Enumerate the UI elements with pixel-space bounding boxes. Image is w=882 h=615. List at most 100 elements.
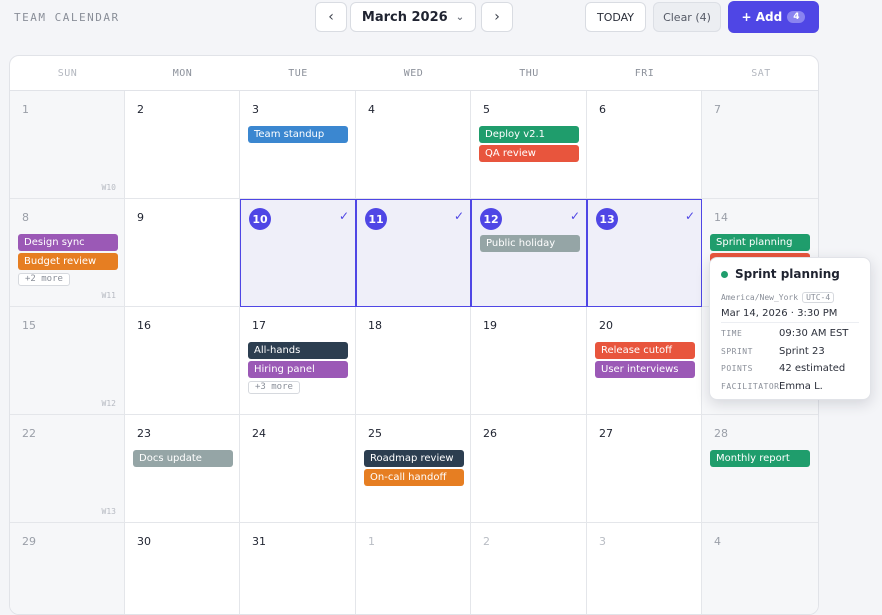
- day-cell[interactable]: 28 Monthly report: [702, 415, 818, 523]
- event-chip[interactable]: Sprint planning: [710, 234, 810, 251]
- day-cell[interactable]: ✓ 10: [240, 199, 356, 307]
- day-number: 23: [137, 427, 151, 440]
- day-number: 22: [22, 427, 36, 440]
- day-cell[interactable]: 23 Docs update: [125, 415, 240, 523]
- popover-detail-row: FACILITATOREmma L.: [721, 381, 823, 392]
- day-cell[interactable]: 6: [587, 91, 702, 199]
- check-icon: ✓: [684, 209, 695, 223]
- add-button[interactable]: + Add 4: [728, 1, 819, 33]
- next-month-button[interactable]: ›: [481, 2, 513, 32]
- day-number: 3: [252, 103, 259, 116]
- weekday-header: SUN: [10, 56, 125, 91]
- day-number: 24: [252, 427, 266, 440]
- popover-tz-offset: UTC-4: [802, 292, 835, 303]
- popover-divider: [721, 322, 859, 323]
- day-number: 29: [22, 535, 36, 548]
- day-number: 16: [137, 319, 151, 332]
- today-button[interactable]: TODAY: [585, 2, 646, 32]
- day-number: 31: [252, 535, 266, 548]
- popover-datetime: Mar 14, 2026 · 3:30 PM: [721, 308, 838, 319]
- day-cell[interactable]: 19: [471, 307, 587, 415]
- day-cell[interactable]: 31: [240, 523, 356, 614]
- day-cell[interactable]: 22 W13: [10, 415, 125, 523]
- day-cell[interactable]: 26: [471, 415, 587, 523]
- day-cell[interactable]: ✓ 13: [587, 199, 702, 307]
- detail-key: FACILITATOR: [721, 381, 780, 391]
- day-cell[interactable]: ✓ 12 Public holiday: [471, 199, 587, 307]
- event-chip[interactable]: Docs update: [133, 450, 233, 467]
- event-chip[interactable]: Roadmap review: [364, 450, 464, 467]
- day-number: 12: [480, 208, 502, 230]
- popover-detail-row: TIME 09:30 AM EST: [721, 328, 848, 339]
- day-number: 1: [22, 103, 29, 116]
- event-chip[interactable]: All-hands: [248, 342, 348, 359]
- more-events-link[interactable]: +3 more: [248, 381, 300, 394]
- chevron-down-icon: ⌄: [455, 11, 465, 23]
- day-number: 10: [249, 208, 271, 230]
- day-cell[interactable]: 25 Roadmap review On-call handoff: [356, 415, 471, 523]
- day-number: 26: [483, 427, 497, 440]
- prev-month-button[interactable]: ‹: [315, 2, 347, 32]
- day-number: 19: [483, 319, 497, 332]
- check-icon: ✓: [569, 209, 580, 223]
- event-chip[interactable]: QA review: [479, 145, 579, 162]
- event-chip[interactable]: Budget review: [18, 253, 118, 270]
- event-chip[interactable]: Design sync: [18, 234, 118, 251]
- popover-timezone: America/New_York: [721, 293, 799, 302]
- day-number: 3: [599, 535, 606, 548]
- day-number: 14: [714, 211, 728, 224]
- event-chip[interactable]: Deploy v2.1: [479, 126, 579, 143]
- event-color-dot: [721, 270, 728, 278]
- day-number: 11: [365, 208, 387, 230]
- day-cell[interactable]: 16: [125, 307, 240, 415]
- day-cell[interactable]: 17 All-hands Hiring panel +3 more: [240, 307, 356, 415]
- day-cell[interactable]: 3 Team standup: [240, 91, 356, 199]
- event-chip[interactable]: Hiring panel: [248, 361, 348, 378]
- clear-button[interactable]: Clear (4): [653, 2, 721, 32]
- day-cell[interactable]: 1: [356, 523, 471, 614]
- week-number: W13: [101, 507, 116, 516]
- day-cell[interactable]: 8 Design sync Budget review +2 more W11: [10, 199, 125, 307]
- day-number: 20: [599, 319, 613, 332]
- event-chip[interactable]: User interviews: [595, 361, 695, 378]
- day-cell[interactable]: 24: [240, 415, 356, 523]
- day-cell[interactable]: 30: [125, 523, 240, 614]
- event-chip[interactable]: Public holiday: [480, 235, 580, 252]
- day-cell[interactable]: 7: [702, 91, 818, 199]
- event-chip[interactable]: Release cutoff: [595, 342, 695, 359]
- day-number: 27: [599, 427, 613, 440]
- weekday-header: THU: [471, 56, 587, 91]
- week-number: W10: [101, 183, 116, 192]
- day-cell[interactable]: 4: [702, 523, 818, 614]
- detail-key: SPRINT: [721, 346, 753, 356]
- week-number: W11: [101, 291, 116, 300]
- month-label: March 2026: [361, 9, 448, 25]
- detail-value: Sprint 23: [779, 345, 825, 357]
- day-cell[interactable]: 18: [356, 307, 471, 415]
- detail-value: 09:30 AM EST: [779, 328, 849, 339]
- day-cell[interactable]: 1 W10: [10, 91, 125, 199]
- day-cell[interactable]: 9: [125, 199, 240, 307]
- day-number: 7: [714, 103, 721, 116]
- event-chip[interactable]: Monthly report: [710, 450, 810, 467]
- more-events-link[interactable]: +2 more: [18, 273, 70, 286]
- day-cell[interactable]: 20 Release cutoff User interviews: [587, 307, 702, 415]
- brand-title: TEAM CALENDAR: [14, 11, 120, 24]
- day-cell[interactable]: 5 Deploy v2.1 QA review: [471, 91, 587, 199]
- day-cell[interactable]: 15 W12: [10, 307, 125, 415]
- day-number: 18: [368, 319, 382, 332]
- detail-key: POINTS: [721, 364, 753, 373]
- day-cell[interactable]: 29: [10, 523, 125, 614]
- month-picker[interactable]: March 2026 ⌄: [350, 2, 476, 32]
- day-cell[interactable]: 2: [125, 91, 240, 199]
- day-cell[interactable]: 4: [356, 91, 471, 199]
- weekday-header: MON: [125, 56, 240, 91]
- day-cell[interactable]: 3: [587, 523, 702, 614]
- day-cell[interactable]: 2: [471, 523, 587, 614]
- day-cell[interactable]: ✓ 11: [356, 199, 471, 307]
- day-cell[interactable]: 27: [587, 415, 702, 523]
- day-number: 2: [483, 535, 490, 548]
- event-chip[interactable]: On-call handoff: [364, 469, 464, 486]
- detail-key: TIME: [721, 329, 743, 338]
- event-chip[interactable]: Team standup: [248, 126, 348, 143]
